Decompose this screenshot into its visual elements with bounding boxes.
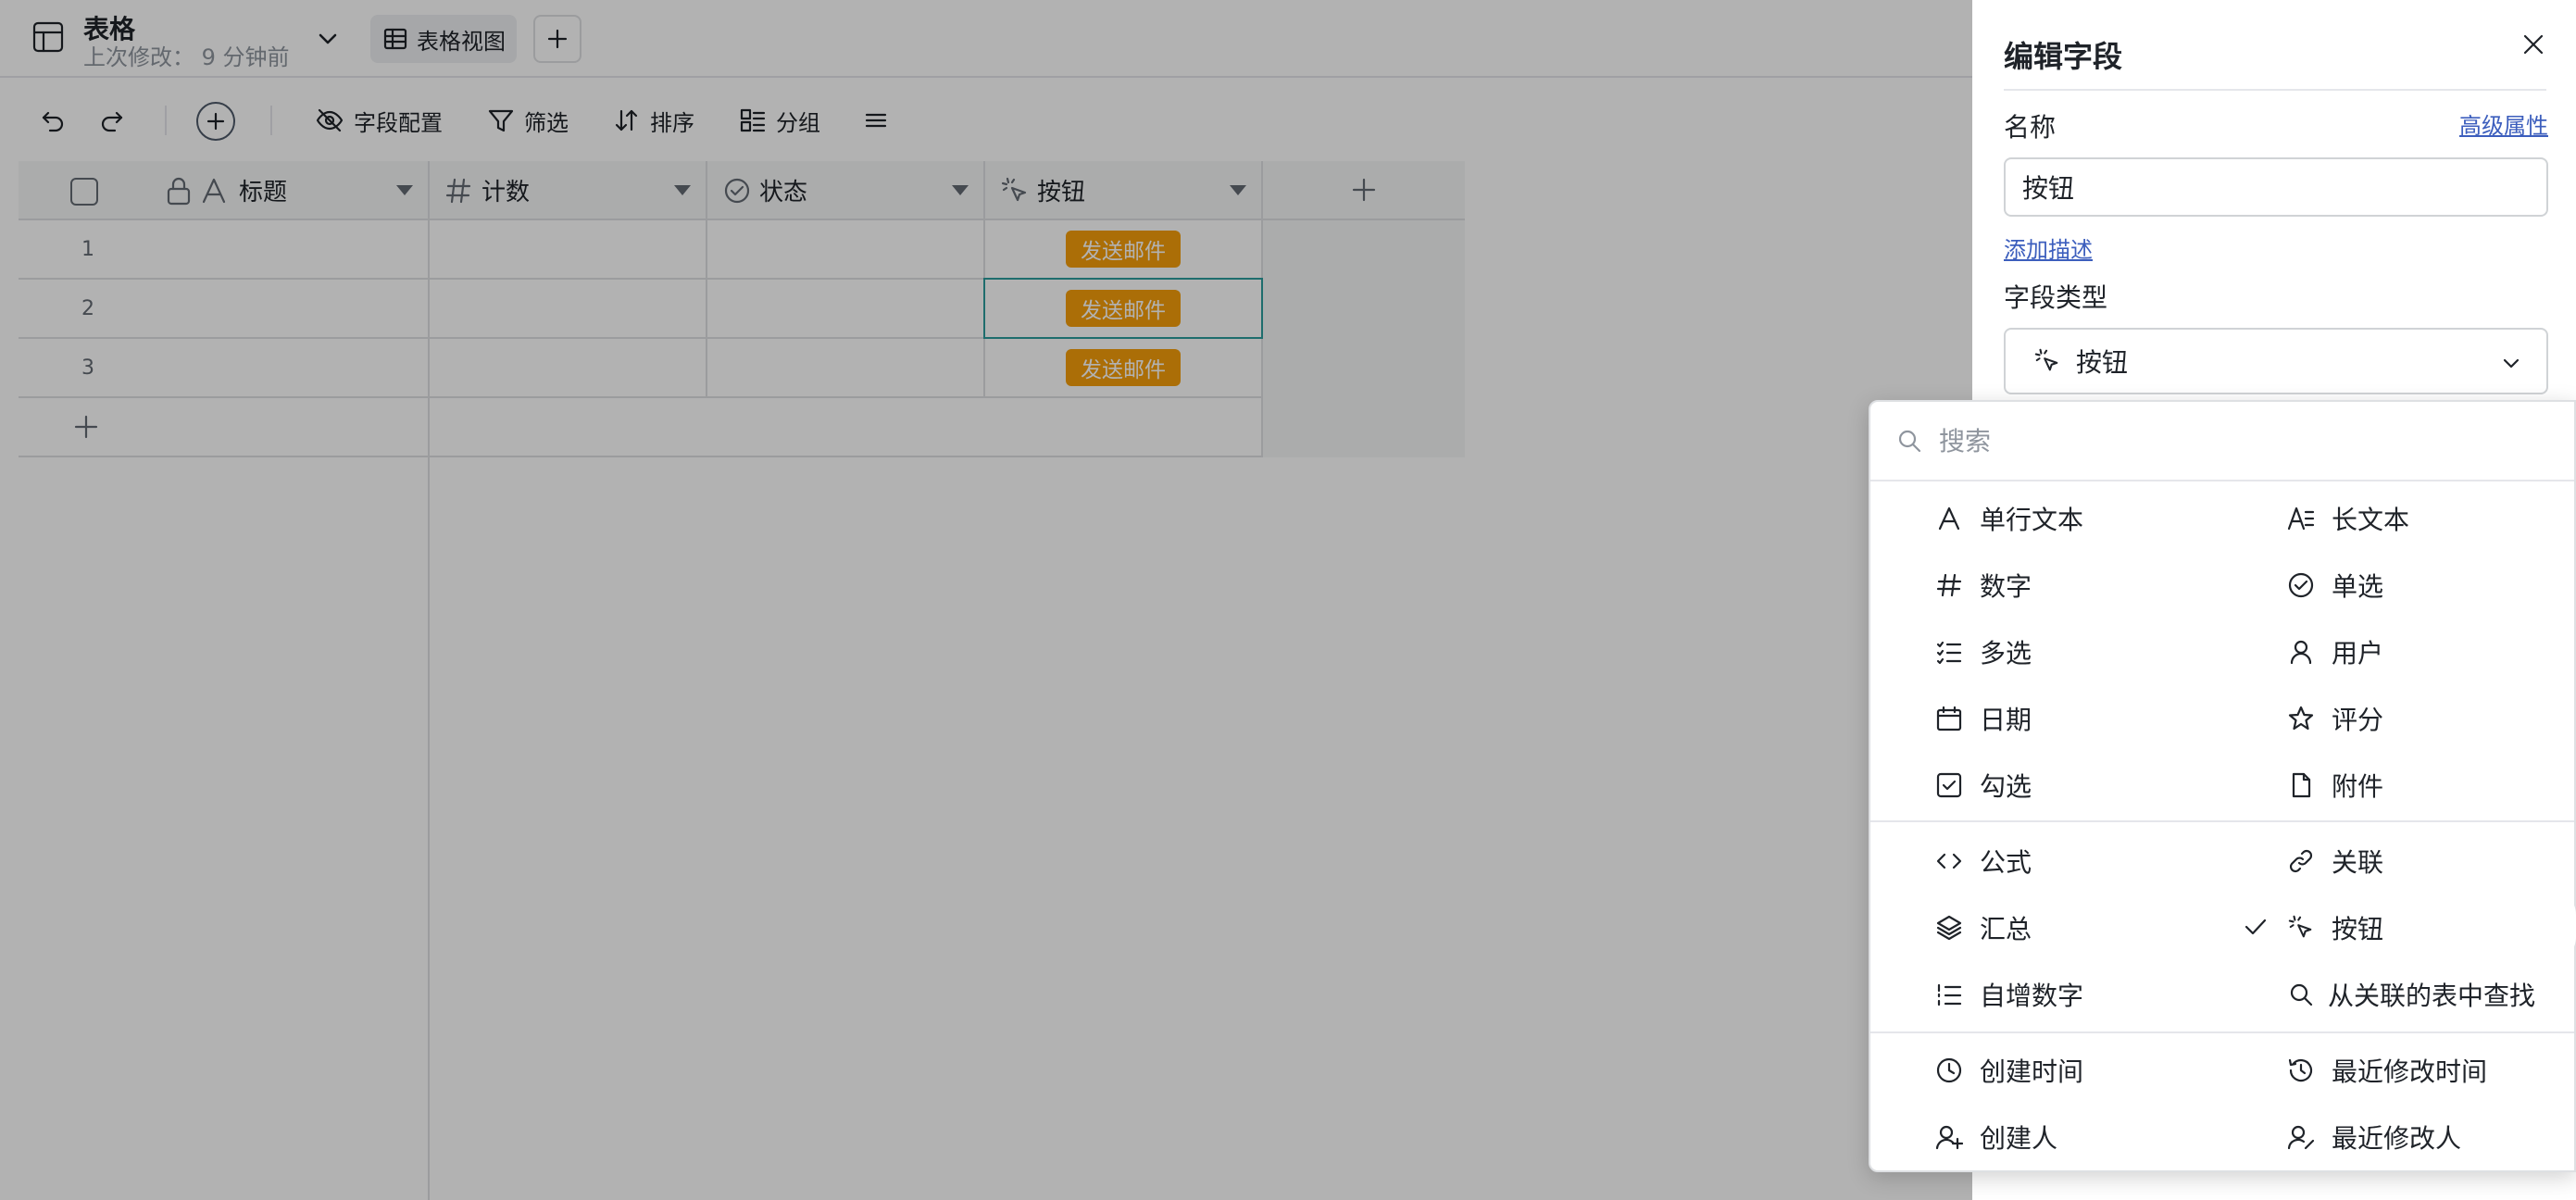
history-icon [2288, 1058, 2313, 1082]
panel-title: 编辑字段 [2004, 39, 2123, 74]
layers-icon [1936, 915, 1962, 941]
option-user[interactable]: 用户 [2287, 622, 2383, 681]
code-icon [1936, 853, 1962, 869]
option-formula[interactable]: 公式 [1935, 831, 2032, 891]
option-created-by[interactable]: 创建人 [1935, 1107, 2057, 1167]
field-name-input[interactable]: 按钮 [2004, 157, 2548, 217]
add-description-link[interactable]: 添加描述 [2004, 231, 2093, 264]
name-label: 名称 [2004, 112, 2057, 143]
option-last-modified-time[interactable]: 最近修改时间 [2287, 1041, 2487, 1100]
dropdown-search [1870, 402, 2574, 481]
option-attachment[interactable]: 附件 [2287, 756, 2383, 815]
option-button-selected-highlight [2226, 889, 2576, 963]
user-icon [2290, 640, 2312, 665]
option-rollup[interactable]: 汇总 [1935, 898, 2032, 957]
check-icon [2243, 914, 2269, 940]
chevron-down-icon [2500, 352, 2522, 374]
option-checkbox[interactable]: 勾选 [1935, 756, 2032, 815]
field-type-dropdown: 单行文本 长文本 数字 单选 多选 用户 日期 评分 勾选 附件 公式 [1869, 400, 2576, 1172]
user-add-icon [1935, 1125, 1963, 1150]
option-long-text[interactable]: 长文本 [2287, 489, 2409, 548]
divider [2004, 89, 2546, 91]
checklist-icon [1936, 641, 1962, 665]
search-icon [1896, 428, 1922, 454]
check-circle-icon [2288, 572, 2314, 598]
search-input[interactable] [1939, 425, 2495, 456]
long-text-icon [2287, 506, 2315, 531]
checkbox-icon [1936, 772, 1962, 798]
close-icon[interactable] [2520, 31, 2546, 57]
cursor-click-icon [2033, 347, 2061, 375]
search-icon [2290, 983, 2313, 1006]
option-last-modified-by[interactable]: 最近修改人 [2287, 1107, 2461, 1167]
advanced-settings-link[interactable]: 高级属性 [2459, 107, 2548, 140]
file-icon [2292, 772, 2311, 798]
field-type-label: 字段类型 [2004, 282, 2108, 313]
clock-icon [1936, 1057, 1962, 1083]
divider [1870, 1031, 2574, 1033]
field-type-value: 按钮 [2076, 347, 2129, 378]
field-type-select[interactable]: 按钮 [2004, 328, 2548, 394]
numbered-list-icon [1937, 983, 1962, 1006]
option-button[interactable]: 按钮 [2287, 898, 2383, 957]
option-single-line-text[interactable]: 单行文本 [1935, 489, 2083, 548]
option-rating[interactable]: 评分 [2287, 689, 2383, 748]
option-single-select[interactable]: 单选 [2287, 556, 2383, 615]
option-created-time[interactable]: 创建时间 [1935, 1041, 2083, 1100]
user-edit-icon [2287, 1125, 2315, 1150]
divider [1870, 820, 2574, 822]
text-icon [1938, 506, 1960, 531]
option-auto-number[interactable]: 自增数字 [1935, 965, 2083, 1024]
link-icon [2289, 849, 2313, 873]
star-icon [2288, 706, 2314, 731]
number-icon [1936, 573, 1962, 597]
option-link[interactable]: 关联 [2287, 831, 2383, 891]
cursor-click-icon [2288, 915, 2312, 938]
calendar-icon [1936, 706, 1962, 731]
option-multi-select[interactable]: 多选 [1935, 622, 2032, 681]
option-number[interactable]: 数字 [1935, 556, 2032, 615]
option-lookup[interactable]: 从关联的表中查找 [2287, 965, 2535, 1024]
option-date[interactable]: 日期 [1935, 689, 2032, 748]
